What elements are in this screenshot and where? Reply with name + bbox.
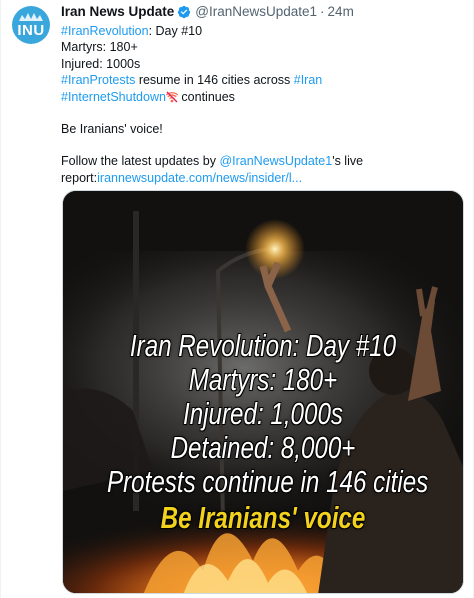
- text-span: continues: [177, 89, 235, 104]
- overlay-line: Detained: 8,000+: [170, 430, 356, 465]
- tweet-content: Iran News Update @IranNewsUpdate1 · 24m …: [61, 3, 465, 186]
- tweet-header: Iran News Update @IranNewsUpdate1 · 24m: [61, 3, 465, 20]
- text-line: Be Iranians' voice!: [61, 122, 163, 137]
- avatar-crown-icon: [12, 12, 50, 24]
- text-line: Follow the latest updates by @IranNewsUp…: [61, 153, 465, 169]
- tweet-card[interactable]: INU Iran News Update @IranNewsUpdate1 · …: [0, 0, 474, 598]
- text-span: resume in 146 cities across: [135, 73, 294, 88]
- overlay-line: Iran Revolution: Day #10: [129, 328, 397, 363]
- text-line: Martyrs: 180+: [61, 40, 138, 55]
- avatar[interactable]: INU: [12, 6, 50, 44]
- text-line: #IranRevolution: Day #10: [61, 23, 465, 39]
- text-span: 's live: [332, 154, 364, 169]
- mention-link[interactable]: @IranNewsUpdate1: [219, 154, 332, 168]
- overlay-line: Injured: 1,000s: [183, 396, 343, 431]
- overlay-line: Protests continue in 146 cities: [107, 464, 429, 499]
- hashtag-link[interactable]: #IranRevolution: [61, 24, 149, 38]
- text-line: report:irannewsupdate.com/news/insider/l…: [61, 170, 465, 186]
- tweet-media-image[interactable]: Iran Revolution: Day #10 Martyrs: 180+ I…: [62, 190, 464, 594]
- tweet-text: #IranRevolution: Day #10 Martyrs: 180+ I…: [61, 23, 465, 186]
- tweet-time[interactable]: 24m: [328, 4, 354, 19]
- text-span: Follow the latest updates by: [61, 154, 220, 169]
- author-name[interactable]: Iran News Update: [61, 4, 174, 19]
- text-line: Injured: 1000s: [61, 56, 141, 71]
- header-separator: ·: [320, 4, 325, 19]
- overlay-line: Martyrs: 180+: [188, 362, 338, 397]
- sos-emoji-icon: [165, 91, 179, 103]
- text-span: report:: [61, 170, 98, 185]
- hashtag-link[interactable]: #IranProtests: [61, 73, 135, 87]
- hashtag-link[interactable]: #Iran: [294, 73, 323, 87]
- hashtag-link[interactable]: #InternetShutdown: [61, 90, 166, 104]
- url-link[interactable]: irannewsupdate.com/news/insider/l...: [97, 171, 302, 185]
- overlay-highlight-line: Be Iranians' voice: [160, 500, 366, 535]
- media-overlay-text: Iran Revolution: Day #10 Martyrs: 180+ I…: [107, 328, 429, 535]
- text-span: : Day #10: [148, 24, 203, 38]
- text-line: #IranProtests resume in 146 cities acros…: [61, 72, 465, 88]
- author-handle[interactable]: @IranNewsUpdate1: [195, 4, 317, 19]
- verified-badge-icon: [177, 5, 191, 19]
- avatar-text: INU: [17, 22, 45, 39]
- text-line: #InternetShutdown continues: [61, 89, 465, 105]
